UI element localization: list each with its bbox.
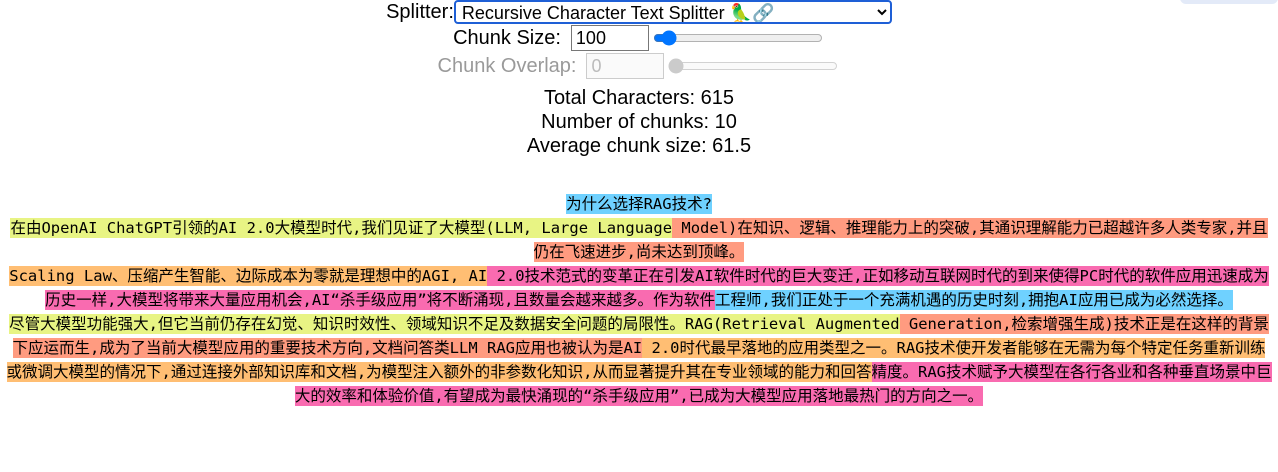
stats-block: Total Characters: 615 Number of chunks: … bbox=[0, 86, 1278, 158]
controls-panel: Splitter: Recursive Character Text Split… bbox=[0, 0, 1278, 80]
chunk-size-label: Chunk Size: bbox=[453, 26, 561, 49]
text-chunk: 尽管大模型功能强大,但它当前仍存在幻觉、知识时效性、领域知识不足及数据安全问题的… bbox=[9, 314, 900, 334]
text-chunk: 工程师,我们正处于一个充满机遇的历史时刻,拥抱AI应用已成为必然选择。 bbox=[714, 290, 1233, 310]
text-chunk: 在由OpenAI ChatGPT引领的AI 2.0大模型时代,我们见证了大模型(… bbox=[10, 218, 673, 238]
splitter-label: Splitter: bbox=[386, 0, 454, 23]
text-chunk: Scaling Law、压缩产生智能、边际成本为零就是理想中的AGI, AI bbox=[9, 266, 488, 286]
chunk-size-slider[interactable] bbox=[652, 30, 823, 46]
top-right-button[interactable] bbox=[1180, 0, 1278, 4]
chunk-overlap-row: Chunk Overlap: bbox=[0, 52, 1278, 80]
splitter-row: Splitter: Recursive Character Text Split… bbox=[0, 0, 1278, 24]
chunk-overlap-slider[interactable] bbox=[668, 58, 839, 74]
splitter-select[interactable]: Recursive Character Text Splitter 🦜🔗 bbox=[453, 0, 892, 24]
output-paragraph: 尽管大模型功能强大,但它当前仍存在幻觉、知识时效性、领域知识不足及数据安全问题的… bbox=[6, 312, 1272, 408]
chunk-size-row: Chunk Size: bbox=[0, 24, 1278, 52]
number-of-chunks: Number of chunks: 10 bbox=[541, 111, 737, 133]
text-chunk: 为什么选择RAG技术? bbox=[566, 194, 712, 214]
chunk-size-input[interactable] bbox=[570, 25, 649, 51]
output-paragraph: 为什么选择RAG技术? bbox=[6, 192, 1272, 216]
chunk-overlap-label: Chunk Overlap: bbox=[437, 54, 577, 77]
output-paragraph: 在由OpenAI ChatGPT引领的AI 2.0大模型时代,我们见证了大模型(… bbox=[6, 216, 1272, 264]
total-characters: Total Characters: 615 bbox=[543, 87, 735, 109]
chunk-overlap-input[interactable] bbox=[586, 53, 665, 79]
average-chunk-size: Average chunk size: 61.5 bbox=[526, 135, 752, 157]
output-paragraph: Scaling Law、压缩产生智能、边际成本为零就是理想中的AGI, AI 2… bbox=[6, 264, 1272, 312]
chunk-output: 为什么选择RAG技术? 在由OpenAI ChatGPT引领的AI 2.0大模型时… bbox=[0, 192, 1278, 408]
